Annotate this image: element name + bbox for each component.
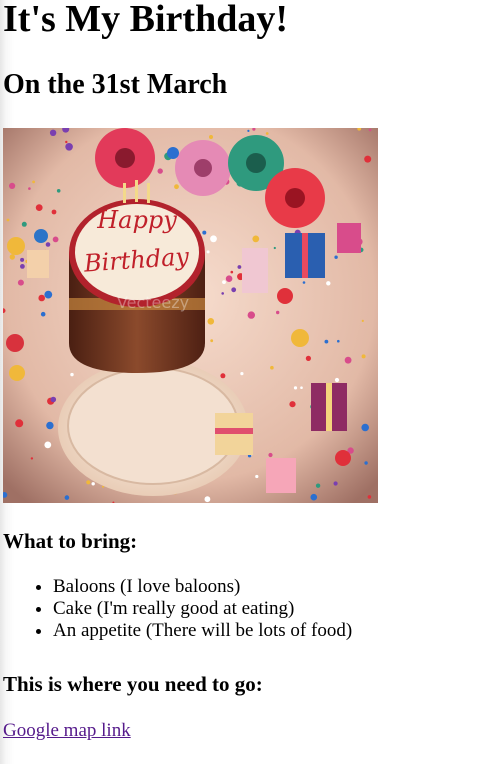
birthday-cake-image: Happy Birthday Vecteezy [3,128,378,503]
google-map-link[interactable]: Google map link [3,720,131,742]
birthday-cake-icon: Happy Birthday Vecteezy [3,128,378,503]
bring-list: Baloons (I love baloons) Cake (I'm reall… [3,576,352,642]
bring-heading: What to bring: [3,529,138,553]
list-item: Cake (I'm really good at eating) [53,598,352,620]
list-item: An appetite (There will be lots of food) [53,620,352,642]
page-title: It's My Birthday! [3,0,288,40]
image-watermark: Vecteezy [117,293,189,312]
cake-text-happy: Happy [96,206,177,234]
list-item: Baloons (I love baloons) [53,576,352,598]
date-heading: On the 31st March [3,69,228,100]
location-heading: This is where you need to go: [3,672,263,696]
